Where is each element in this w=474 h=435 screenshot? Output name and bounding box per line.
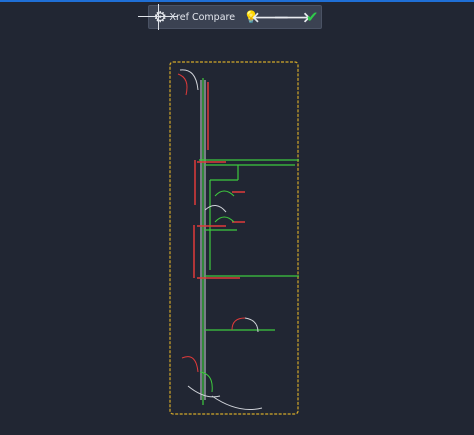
walls-added: [199, 78, 299, 405]
drawing-canvas[interactable]: [0, 0, 474, 435]
door-swings: [177, 69, 263, 410]
revision-cloud: [169, 61, 299, 415]
